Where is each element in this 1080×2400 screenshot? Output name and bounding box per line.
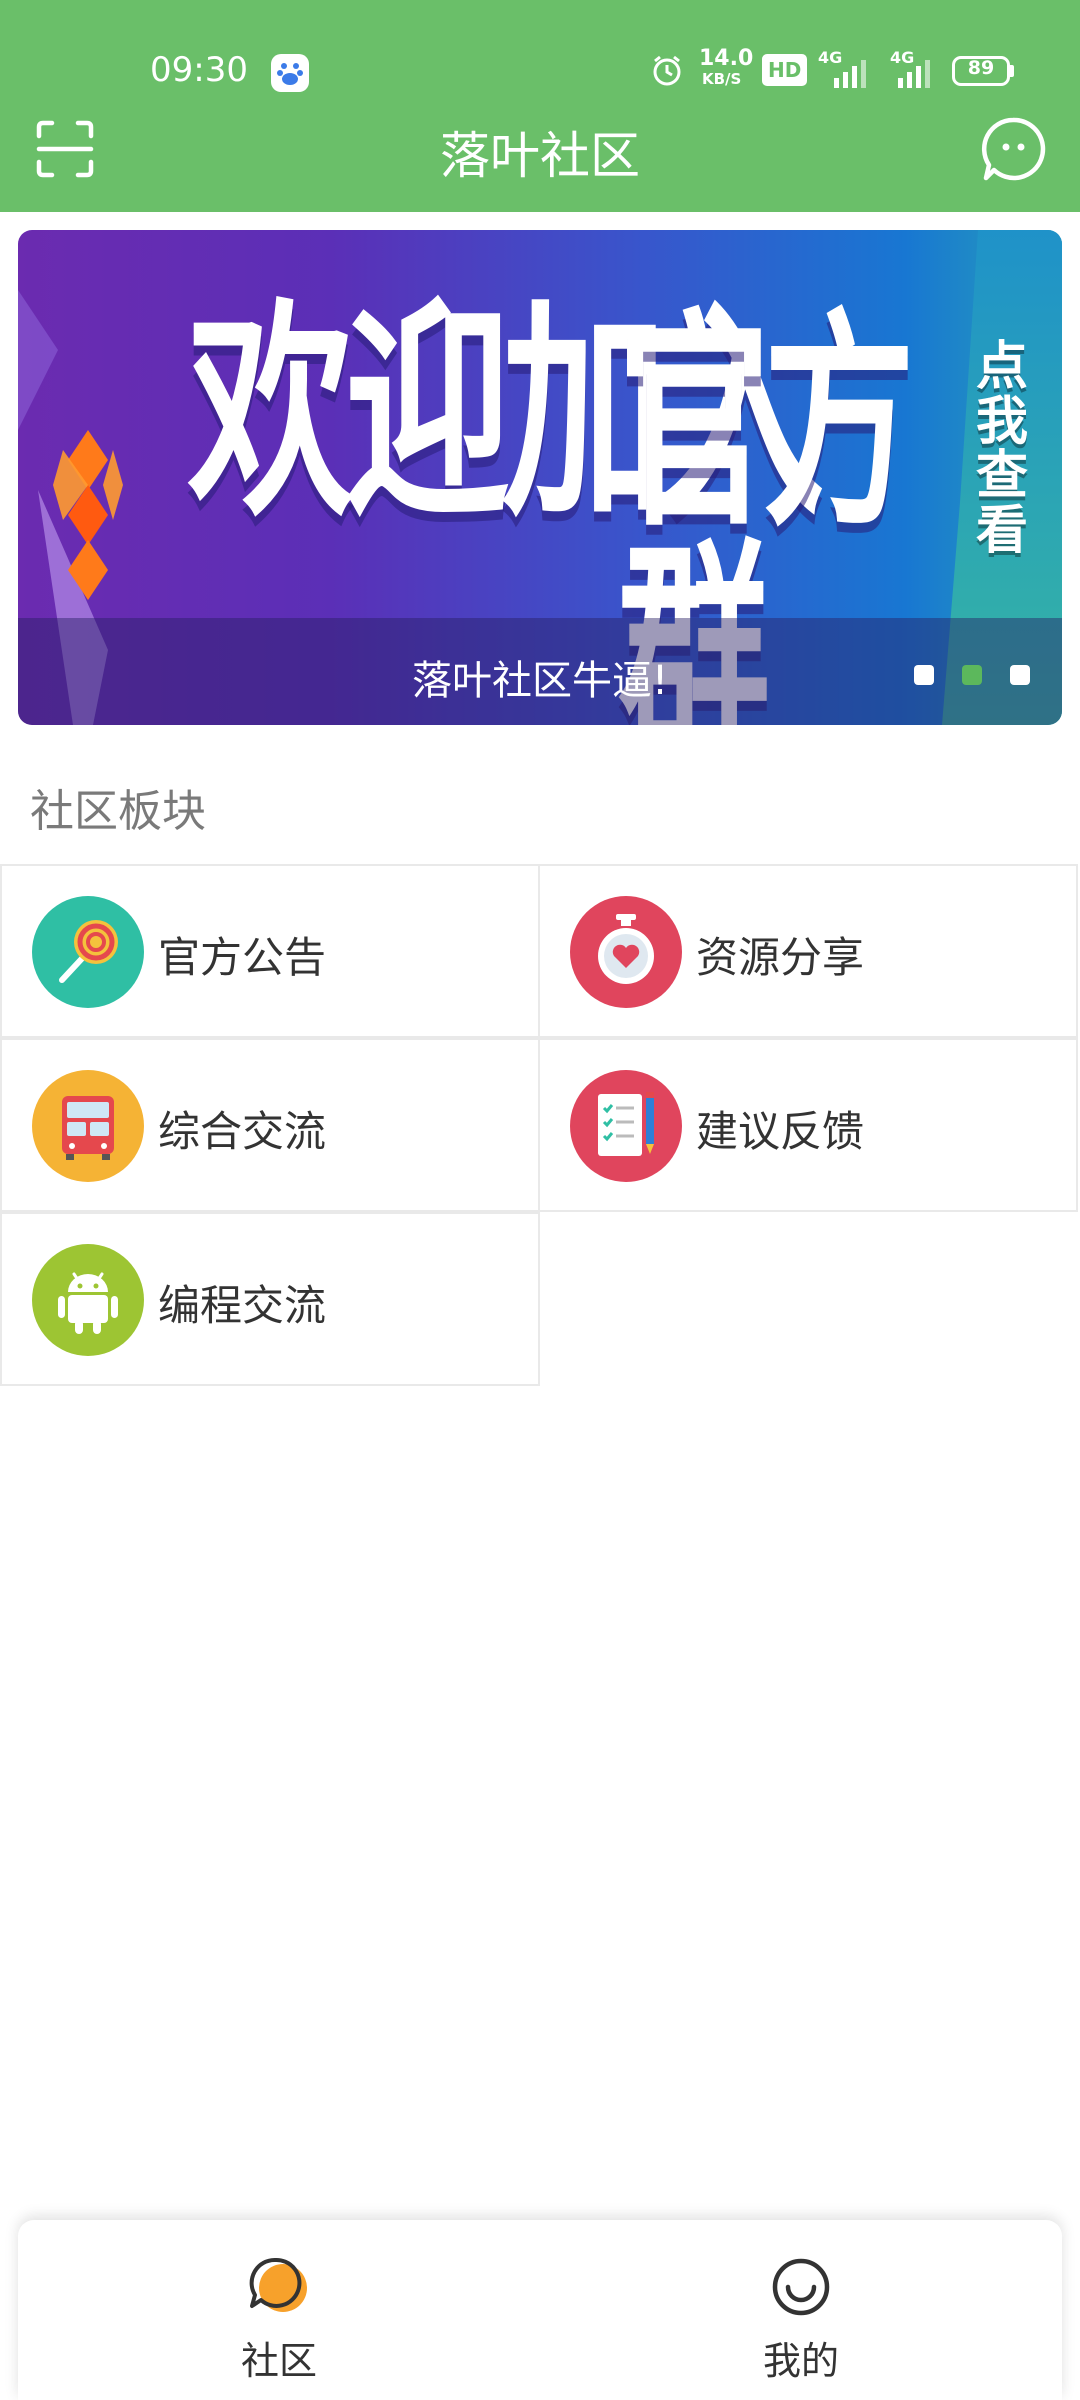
bottom-nav: 社区 我的: [18, 2220, 1062, 2400]
page-title: 落叶社区: [440, 127, 640, 185]
hd-badge: HD: [762, 54, 808, 86]
banner-dot-2[interactable]: [962, 665, 982, 685]
alarm-icon: [650, 54, 684, 92]
smiley-icon: [768, 2254, 834, 2320]
title-bar: 落叶社区: [0, 100, 1080, 212]
nav-tab-community[interactable]: 社区: [18, 2220, 540, 2400]
banner-side-text: 点我查看: [975, 337, 1028, 561]
battery-tip: [1010, 65, 1014, 77]
battery-icon: 89: [952, 56, 1010, 86]
message-icon[interactable]: [980, 116, 1046, 182]
board-label: 综合交流: [158, 1107, 327, 1156]
nav-label-community: 社区: [240, 2339, 317, 2383]
board-programming[interactable]: 编程交流: [0, 1212, 540, 1386]
status-bar: 09:30 14.0 KB/S HD 4G 4G 89: [0, 40, 1080, 100]
signal-icon-2: [892, 56, 936, 94]
status-time: 09:30: [150, 50, 248, 90]
promo-banner[interactable]: 欢迎加入 官方群 点我查看 落叶社区牛逼!: [18, 230, 1062, 725]
chat-bubble-icon: [246, 2254, 312, 2320]
board-resource-sharing[interactable]: 资源分享: [538, 864, 1078, 1038]
signal-icon: [826, 56, 874, 94]
checklist-icon: [570, 1070, 682, 1182]
nav-label-profile: 我的: [762, 2339, 839, 2383]
board-label: 资源分享: [696, 933, 865, 982]
section-title: 社区板块: [30, 786, 206, 837]
board-grid: 官方公告 资源分享 综合交流 建议反馈 编程交流: [0, 864, 1080, 1388]
banner-dot-3[interactable]: [1010, 665, 1030, 685]
banner-caption-bar: 落叶社区牛逼!: [18, 618, 1062, 725]
network-speed: 14.0: [699, 46, 754, 71]
banner-dot-1[interactable]: [914, 665, 934, 685]
board-label: 建议反馈: [696, 1107, 865, 1156]
stopwatch-heart-icon: [570, 896, 682, 1008]
network-speed-unit: KB/S: [702, 70, 742, 88]
board-label: 编程交流: [158, 1281, 327, 1330]
baidu-app-icon: [271, 54, 309, 92]
board-general-discussion[interactable]: 综合交流: [0, 1038, 540, 1212]
android-icon: [32, 1244, 144, 1356]
battery-level: 89: [967, 57, 995, 79]
bus-icon: [32, 1070, 144, 1182]
board-feedback[interactable]: 建议反馈: [538, 1038, 1078, 1212]
banner-pagination: [914, 665, 1034, 685]
lollipop-icon: [32, 896, 144, 1008]
board-official-announcement[interactable]: 官方公告: [0, 864, 540, 1038]
banner-caption: 落叶社区牛逼!: [411, 658, 669, 704]
app-header: 09:30 14.0 KB/S HD 4G 4G 89 落叶社区: [0, 0, 1080, 212]
nav-tab-profile[interactable]: 我的: [540, 2220, 1062, 2400]
board-label: 官方公告: [158, 933, 327, 982]
